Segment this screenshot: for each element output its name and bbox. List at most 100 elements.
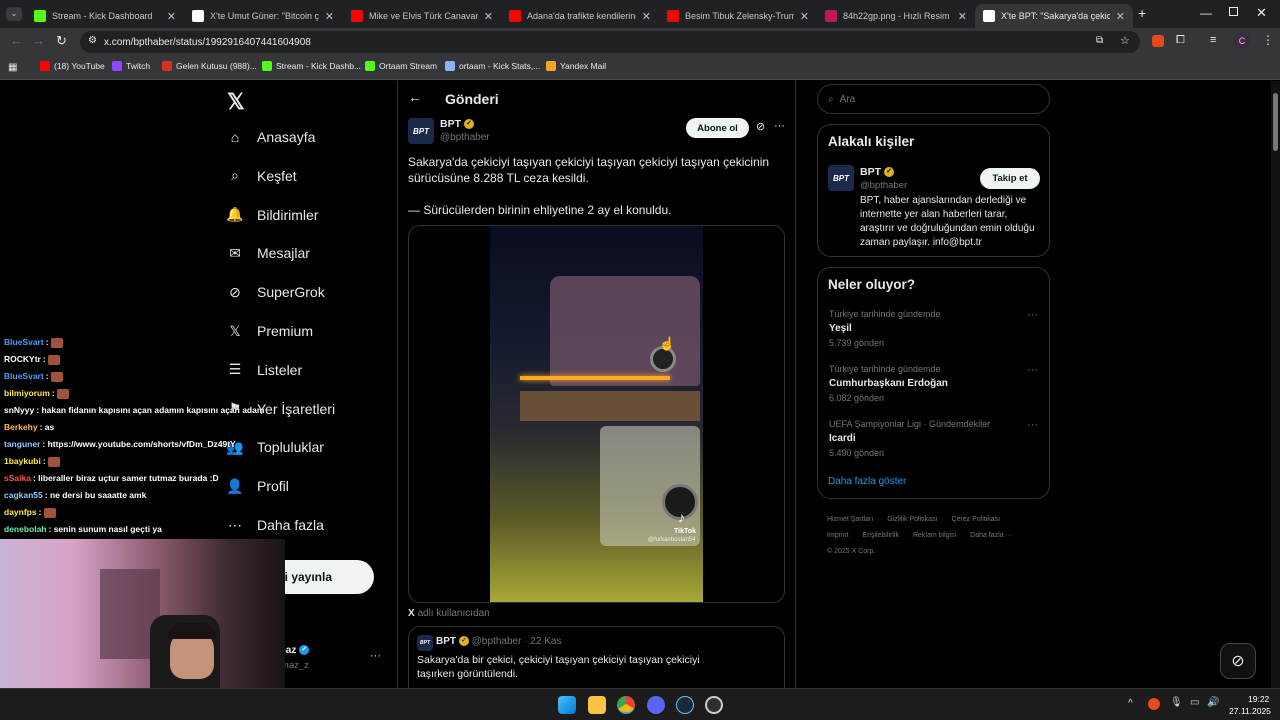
discord-icon[interactable] [647, 696, 665, 714]
menu-icon[interactable]: ⋮ [1262, 33, 1274, 47]
tab-5[interactable]: Besim Tibuk Zelensky-Trump O ✕ [659, 4, 817, 28]
footer-link[interactable]: Erişilebilirlik [862, 532, 899, 539]
follow-button[interactable]: Takip et [980, 168, 1040, 189]
trend-more-icon[interactable]: ··· [1027, 309, 1038, 321]
trend-item[interactable]: Türkiye tarihinde gündemde Cumhurbaşkanı … [829, 364, 1041, 403]
profile-avatar[interactable]: C [1234, 33, 1250, 49]
chat-username: bilmiyorum [4, 388, 50, 398]
media-icon[interactable]: ≡ [1210, 34, 1216, 46]
scrollbar[interactable] [1271, 81, 1280, 688]
nav-item-3[interactable]: 🔔 Bildirimler [226, 206, 318, 223]
trend-category: Türkiye tarihinde gündemde [829, 309, 941, 319]
show-more-link[interactable]: Daha fazla göster [828, 476, 906, 487]
network-icon[interactable]: ▭ [1190, 697, 1199, 708]
nav-item-4[interactable]: ✉ Mesajlar [227, 245, 310, 262]
tab-2[interactable]: X'te Umut Güner: "Bitcoin çöküş ✕ [184, 4, 342, 28]
trend-item[interactable]: Türkiye tarihinde gündemde Yeşil 5.739 gön… [829, 309, 1041, 348]
star-icon[interactable]: ☆ [1120, 34, 1130, 47]
search-input[interactable]: ⌕ Ara [817, 84, 1050, 114]
chrome-icon[interactable] [617, 696, 635, 714]
tab-close-icon[interactable]: ✕ [325, 10, 334, 23]
tab-close-icon[interactable]: ✕ [800, 10, 809, 23]
author-name[interactable]: BPT ✓ [440, 118, 474, 130]
bookmark-item[interactable]: Gelen Kutusu (988)... [162, 61, 257, 71]
tab-search-icon[interactable]: ⌄ [6, 7, 22, 21]
obs-icon[interactable] [705, 696, 723, 714]
tab-close-icon[interactable]: ✕ [958, 10, 967, 23]
nav-item-5[interactable]: ⊘ SuperGrok [227, 284, 325, 301]
tab-1[interactable]: Stream - Kick Dashboard ✕ [26, 4, 184, 28]
minimize-button[interactable]: — [1200, 6, 1212, 20]
bookmark-item[interactable]: Ortaam Stream [365, 61, 437, 71]
footer-link[interactable]: Daha fazla ··· [970, 532, 1012, 539]
tray-app-icon[interactable] [1148, 698, 1160, 710]
clock-date[interactable]: 27.11.2025 [1229, 706, 1271, 716]
nav-item-6[interactable]: 𝕏 Premium [227, 323, 313, 340]
scrollbar-thumb[interactable] [1273, 93, 1278, 151]
tab-7[interactable]: X'te BPT: "Sakarya'da çekic ✕ [975, 4, 1133, 28]
tab-close-icon[interactable]: ✕ [642, 10, 651, 23]
tab-close-icon[interactable]: ✕ [167, 10, 176, 23]
grok-float-button[interactable]: ⊘ [1220, 643, 1256, 679]
restore-button[interactable] [1229, 7, 1238, 16]
footer-link[interactable]: Gizlilik Politikası [887, 516, 937, 523]
tab-4[interactable]: Adana'da trafikte kendilerine sı ✕ [501, 4, 659, 28]
puzzle-icon[interactable]: ⧠ [1176, 34, 1185, 47]
bookmark-item[interactable]: Yandex Mail [546, 61, 606, 71]
back-icon[interactable]: ← [10, 33, 23, 48]
nav-item-2[interactable]: ⌕ Keşfet [227, 167, 297, 184]
extension-icon[interactable] [1152, 35, 1164, 47]
bookmark-item[interactable]: Stream - Kick Dashb... [262, 61, 361, 71]
apps-grid-icon[interactable]: ▦ [8, 62, 17, 73]
site-info-icon[interactable]: ⚙ [88, 35, 97, 46]
bookmark-item[interactable]: (18) YouTube [40, 61, 105, 71]
clock-time[interactable]: 19:22 [1248, 694, 1269, 704]
tab-close-icon[interactable]: ✕ [1116, 10, 1125, 23]
new-tab-button[interactable]: + [1138, 5, 1146, 21]
file-explorer-icon[interactable] [588, 696, 606, 714]
grok-icon[interactable]: ⊘ [756, 120, 765, 133]
video-frame[interactable]: ♪ TikTok @furkanbostan54 [490, 226, 703, 602]
bookmark-item[interactable]: Twitch [112, 61, 150, 71]
trend-count: 5.490 gönderi [829, 448, 885, 458]
bookmark-item[interactable]: ortaam - Kick Stats,... [445, 61, 540, 71]
tab-3[interactable]: Mike ve Elvis Türk Canavan An ✕ [343, 4, 501, 28]
tab-6[interactable]: 84h22gp.png - Hızlı Resim ✕ [817, 4, 975, 28]
nav-item-9[interactable]: 👥 Topluluklar [226, 439, 324, 456]
footer-link[interactable]: Hizmet Şartları [827, 516, 873, 523]
microphone-icon[interactable]: 🎙 [1170, 697, 1183, 708]
related-avatar[interactable]: BPT [828, 165, 854, 191]
steam-icon[interactable] [676, 696, 694, 714]
quoted-post[interactable]: BPT BPT ✓ @bpthaber · 22 Kas Sakarya'da b… [408, 626, 785, 688]
forward-icon[interactable]: → [32, 33, 45, 48]
footer-link[interactable]: Reklam bilgisi [913, 532, 956, 539]
trend-more-icon[interactable]: ··· [1027, 364, 1038, 376]
account-more-icon[interactable]: ··· [370, 650, 381, 662]
trend-more-icon[interactable]: ··· [1027, 419, 1038, 431]
author-avatar[interactable]: BPT [408, 118, 434, 144]
x-logo-icon[interactable]: 𝕏 [227, 89, 245, 115]
tray-chevron-icon[interactable]: ^ [1128, 698, 1133, 709]
subscribe-button[interactable]: Abone ol [686, 118, 749, 138]
install-icon[interactable]: ⧉ [1096, 35, 1103, 46]
nav-item-label: SuperGrok [257, 284, 325, 301]
close-window-button[interactable]: ✕ [1256, 5, 1267, 21]
back-arrow-icon[interactable]: ← [408, 89, 422, 105]
trend-item[interactable]: UEFA Şampiyonlar Ligi · Gündemdekiler Ica… [829, 419, 1041, 458]
volume-icon[interactable]: 🔊 [1207, 697, 1219, 708]
tab-close-icon[interactable]: ✕ [484, 10, 493, 23]
reload-icon[interactable]: ↻ [56, 33, 67, 49]
chat-username: BlueSvart [4, 337, 44, 347]
footer-link[interactable]: Imprint [827, 532, 848, 539]
nav-item-11[interactable]: ⋯ Daha fazla [227, 517, 324, 534]
nav-item-10[interactable]: 👤 Profil [226, 478, 289, 495]
url-field[interactable]: ⚙ x.com/bpthaber/status/1992916407441604… [80, 31, 1140, 53]
windows-start-icon[interactable] [558, 696, 576, 714]
quoted-name: BPT [436, 636, 456, 647]
post-more-icon[interactable]: ··· [774, 120, 785, 132]
video-container[interactable]: ♪ TikTok @furkanbostan54 ☝ [408, 225, 785, 603]
nav-item-7[interactable]: ☰ Listeler [227, 361, 302, 378]
related-name[interactable]: BPT ✓ [860, 166, 894, 178]
footer-link[interactable]: Çerez Politikası [951, 516, 1000, 523]
nav-item-1[interactable]: ⌂ Anasayfa [227, 129, 316, 145]
